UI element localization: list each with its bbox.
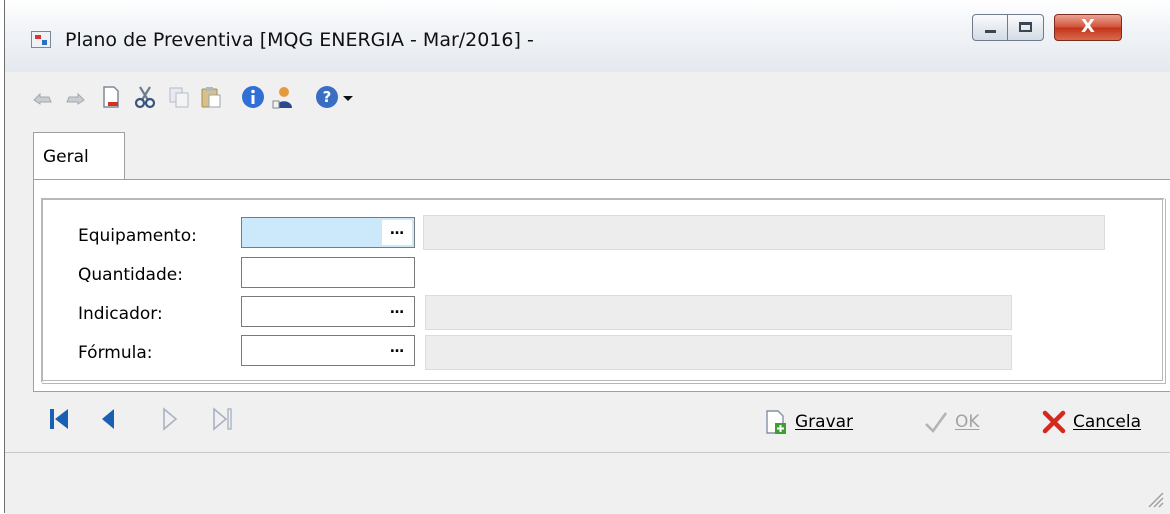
tab-label: Geral (43, 147, 89, 167)
indicador-description (425, 295, 1012, 330)
user-icon[interactable] (271, 85, 295, 109)
formula-description (425, 335, 1012, 370)
copy-icon[interactable] (167, 85, 191, 109)
save-button[interactable]: Gravar (763, 406, 853, 438)
main-window: Plano de Preventiva [MQG ENERGIA - Mar/2… (4, 0, 1170, 514)
equipamento-description (423, 215, 1105, 250)
previous-record-icon[interactable] (97, 406, 121, 432)
quantidade-field[interactable] (241, 257, 415, 288)
ok-label: OK (955, 412, 980, 432)
equipamento-label: Equipamento: (78, 226, 197, 246)
indicador-lookup-button[interactable]: … (382, 299, 412, 324)
equipamento-field[interactable]: … (241, 217, 415, 248)
cut-icon[interactable] (133, 85, 157, 109)
window-title: Plano de Preventiva [MQG ENERGIA - Mar/2… (65, 29, 534, 51)
save-icon (766, 410, 786, 434)
svg-text:?: ? (323, 88, 332, 106)
cancel-button[interactable]: Cancela (1041, 406, 1141, 438)
formula-label: Fórmula: (78, 343, 153, 363)
help-dropdown-icon[interactable] (341, 85, 355, 109)
paste-icon[interactable] (199, 85, 223, 109)
redo-icon[interactable] (63, 85, 87, 109)
status-bar (5, 452, 1170, 514)
first-record-icon[interactable] (47, 406, 71, 432)
tab-geral[interactable]: Geral (33, 132, 125, 180)
quantidade-label: Quantidade: (78, 265, 183, 285)
formula-field[interactable]: … (241, 335, 415, 366)
ok-button[interactable]: OK (923, 406, 980, 438)
equipamento-lookup-button[interactable]: … (382, 220, 412, 245)
maximize-button[interactable] (1008, 14, 1044, 41)
cancel-x-icon (1042, 410, 1066, 434)
close-button[interactable]: X (1054, 14, 1122, 41)
formula-lookup-button[interactable]: … (382, 338, 412, 363)
next-record-icon[interactable] (157, 406, 181, 432)
info-icon[interactable] (241, 85, 265, 109)
indicador-field[interactable]: … (241, 296, 415, 327)
last-record-icon[interactable] (211, 406, 235, 432)
undo-icon[interactable] (31, 85, 55, 109)
minimize-button[interactable] (972, 14, 1008, 41)
ok-check-icon (925, 412, 948, 433)
navigation-bar: Gravar OK Cancela (5, 392, 1170, 452)
title-bar[interactable]: Plano de Preventiva [MQG ENERGIA - Mar/2… (5, 0, 1170, 72)
resize-grip-icon[interactable] (1146, 490, 1164, 508)
toolbar: ? (5, 72, 1170, 126)
app-icon (31, 31, 51, 48)
new-document-icon[interactable] (99, 85, 123, 109)
help-icon[interactable]: ? (315, 85, 339, 109)
cancel-label: Cancela (1073, 412, 1142, 432)
save-label: Gravar (795, 412, 854, 432)
tab-panel-geral: Equipamento: … Quantidade: Indicador: … … (33, 179, 1170, 392)
indicador-label: Indicador: (78, 304, 163, 324)
